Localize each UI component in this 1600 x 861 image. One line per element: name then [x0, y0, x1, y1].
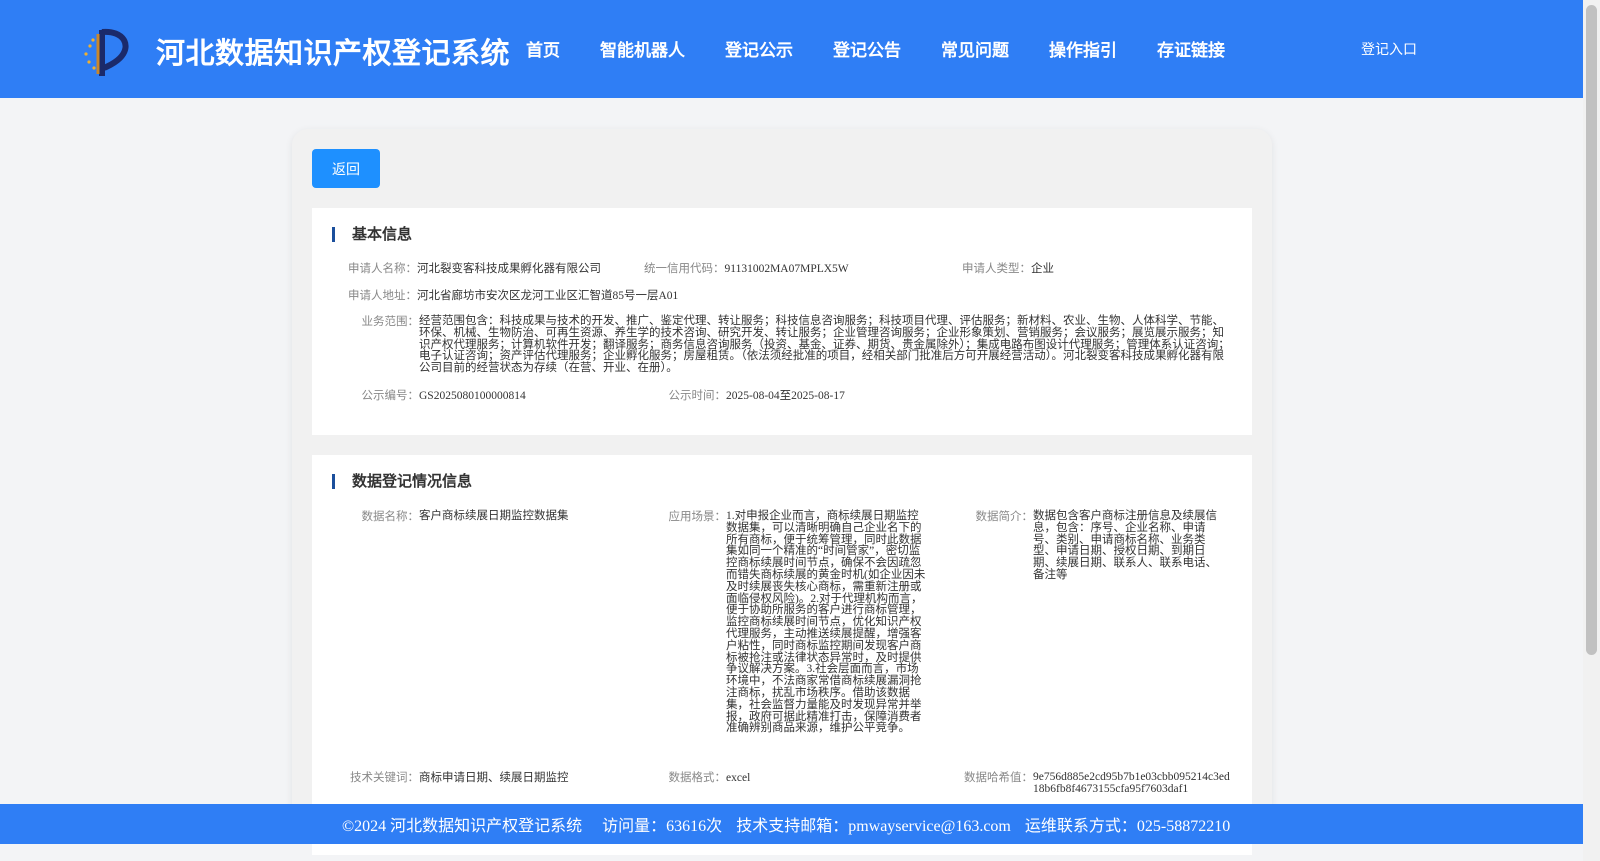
notice-no-value: GS2025080100000814 — [419, 390, 526, 402]
business-scope-field: 业务范围： 经营范围包含：科技成果与技术的开发、推广、鉴定代理、转让服务；科技信… — [348, 315, 1234, 375]
scenario-label: 应用场景： — [668, 511, 727, 523]
data-format-label: 数据格式： — [668, 772, 727, 784]
scenario-field: 应用场景： 1.对申报企业而言，商标续展日期监控数据集，可以清晰明确自己企业名下… — [655, 510, 927, 735]
data-hash-label: 数据哈希值： — [964, 772, 1033, 784]
business-scope-value: 经营范围包含：科技成果与技术的开发、推广、鉴定代理、转让服务；科技信息咨询服务；… — [419, 315, 1230, 375]
data-hash-value: 9e756d885e2cd95b7b1e03cbb095214c3ed18b6f… — [1033, 771, 1230, 795]
scenario-value: 1.对申报企业而言，商标续展日期监控数据集，可以清晰明确自己企业名下的所有商标，… — [726, 510, 926, 735]
address-field: 申请人地址： 河北省廊坊市安次区龙河工业区汇智道85号一层A01 — [348, 290, 678, 302]
data-registration-title: 数据登记情况信息 — [332, 473, 472, 489]
nav-faq[interactable]: 常见问题 — [941, 36, 1009, 61]
data-hash-field: 数据哈希值： 9e756d885e2cd95b7b1e03cbb095214c3… — [962, 771, 1232, 796]
data-name-label: 数据名称： — [361, 511, 420, 523]
data-name-field: 数据名称： 客户商标续展日期监控数据集 — [348, 510, 648, 523]
nav-robot[interactable]: 智能机器人 — [600, 36, 685, 61]
data-summary-label: 数据简介： — [975, 511, 1034, 523]
applicant-name-label: 申请人名称： — [348, 263, 417, 275]
data-name-value: 客户商标续展日期监控数据集 — [419, 510, 569, 522]
applicant-name-value: 河北裂变客科技成果孵化器有限公司 — [417, 263, 601, 275]
scrollbar-thumb[interactable] — [1586, 5, 1597, 655]
top-header: 河北数据知识产权登记系统 首页 智能机器人 登记公示 登记公告 常见问题 操作指… — [0, 0, 1583, 98]
notice-time-field: 公示时间： 2025-08-04至2025-08-17 — [655, 390, 845, 402]
page-scrollbar[interactable] — [1583, 0, 1600, 861]
main-nav: 首页 智能机器人 登记公示 登记公告 常见问题 操作指引 存证链接 — [526, 36, 1265, 61]
site-title: 河北数据知识产权登记系统 — [156, 36, 511, 70]
nav-home[interactable]: 首页 — [526, 36, 560, 61]
applicant-type-field: 申请人类型： 企业 — [962, 263, 1054, 275]
nav-announcement[interactable]: 登记公告 — [833, 36, 901, 61]
basic-info-title: 基本信息 — [332, 226, 412, 242]
credit-code-field: 统一信用代码： 91131002MA07MPLX5W — [644, 263, 849, 275]
footer-visits: 访问量：63616次 — [602, 818, 723, 835]
site-logo-icon[interactable] — [80, 24, 136, 80]
detail-panel: 返回 基本信息 申请人名称： 河北裂变客科技成果孵化器有限公司 统一信用代码： … — [292, 129, 1272, 855]
site-footer: ©2024 河北数据知识产权登记系统 访问量：63616次 技术支持邮箱：pmw… — [0, 804, 1583, 844]
footer-copyright: ©2024 河北数据知识产权登记系统 — [342, 818, 583, 835]
applicant-name-field: 申请人名称： 河北裂变客科技成果孵化器有限公司 — [348, 263, 601, 275]
address-label: 申请人地址： — [348, 290, 417, 302]
back-button[interactable]: 返回 — [312, 149, 380, 188]
footer-email: 技术支持邮箱：pmwayservice@163.com — [736, 818, 1011, 835]
data-registration-card: 数据登记情况信息 数据名称： 客户商标续展日期监控数据集 应用场景： 1.对申报… — [312, 455, 1252, 855]
keywords-value: 商标申请日期、续展日期监控 — [419, 772, 569, 784]
login-link[interactable]: 登记入口 — [1361, 39, 1417, 59]
data-summary-field: 数据简介： 数据包含客户商标注册信息及续展信息，包含：序号、企业名称、申请号、类… — [962, 510, 1224, 582]
applicant-type-value: 企业 — [1031, 263, 1054, 275]
keywords-label: 技术关键词： — [350, 772, 419, 784]
notice-no-field: 公示编号： GS2025080100000814 — [348, 390, 526, 402]
business-scope-label: 业务范围： — [361, 316, 420, 328]
notice-time-label: 公示时间： — [668, 390, 727, 402]
nav-evidence-link[interactable]: 存证链接 — [1157, 36, 1225, 61]
data-format-value: excel — [726, 772, 751, 784]
address-value: 河北省廊坊市安次区龙河工业区汇智道85号一层A01 — [417, 290, 679, 302]
basic-info-card: 基本信息 申请人名称： 河北裂变客科技成果孵化器有限公司 统一信用代码： 911… — [312, 208, 1252, 435]
data-format-field: 数据格式： excel — [655, 772, 751, 784]
nav-publicity[interactable]: 登记公示 — [725, 36, 793, 61]
keywords-field: 技术关键词： 商标申请日期、续展日期监控 — [348, 772, 569, 784]
notice-time-value: 2025-08-04至2025-08-17 — [726, 390, 845, 402]
data-summary-value: 数据包含客户商标注册信息及续展信息，包含：序号、企业名称、申请号、类别、申请商标… — [1033, 510, 1217, 581]
footer-phone: 运维联系方式：025-58872210 — [1024, 818, 1231, 835]
applicant-type-label: 申请人类型： — [962, 263, 1031, 275]
credit-code-label: 统一信用代码： — [644, 263, 725, 275]
nav-guide[interactable]: 操作指引 — [1049, 36, 1117, 61]
notice-no-label: 公示编号： — [361, 390, 420, 402]
credit-code-value: 91131002MA07MPLX5W — [724, 263, 849, 275]
